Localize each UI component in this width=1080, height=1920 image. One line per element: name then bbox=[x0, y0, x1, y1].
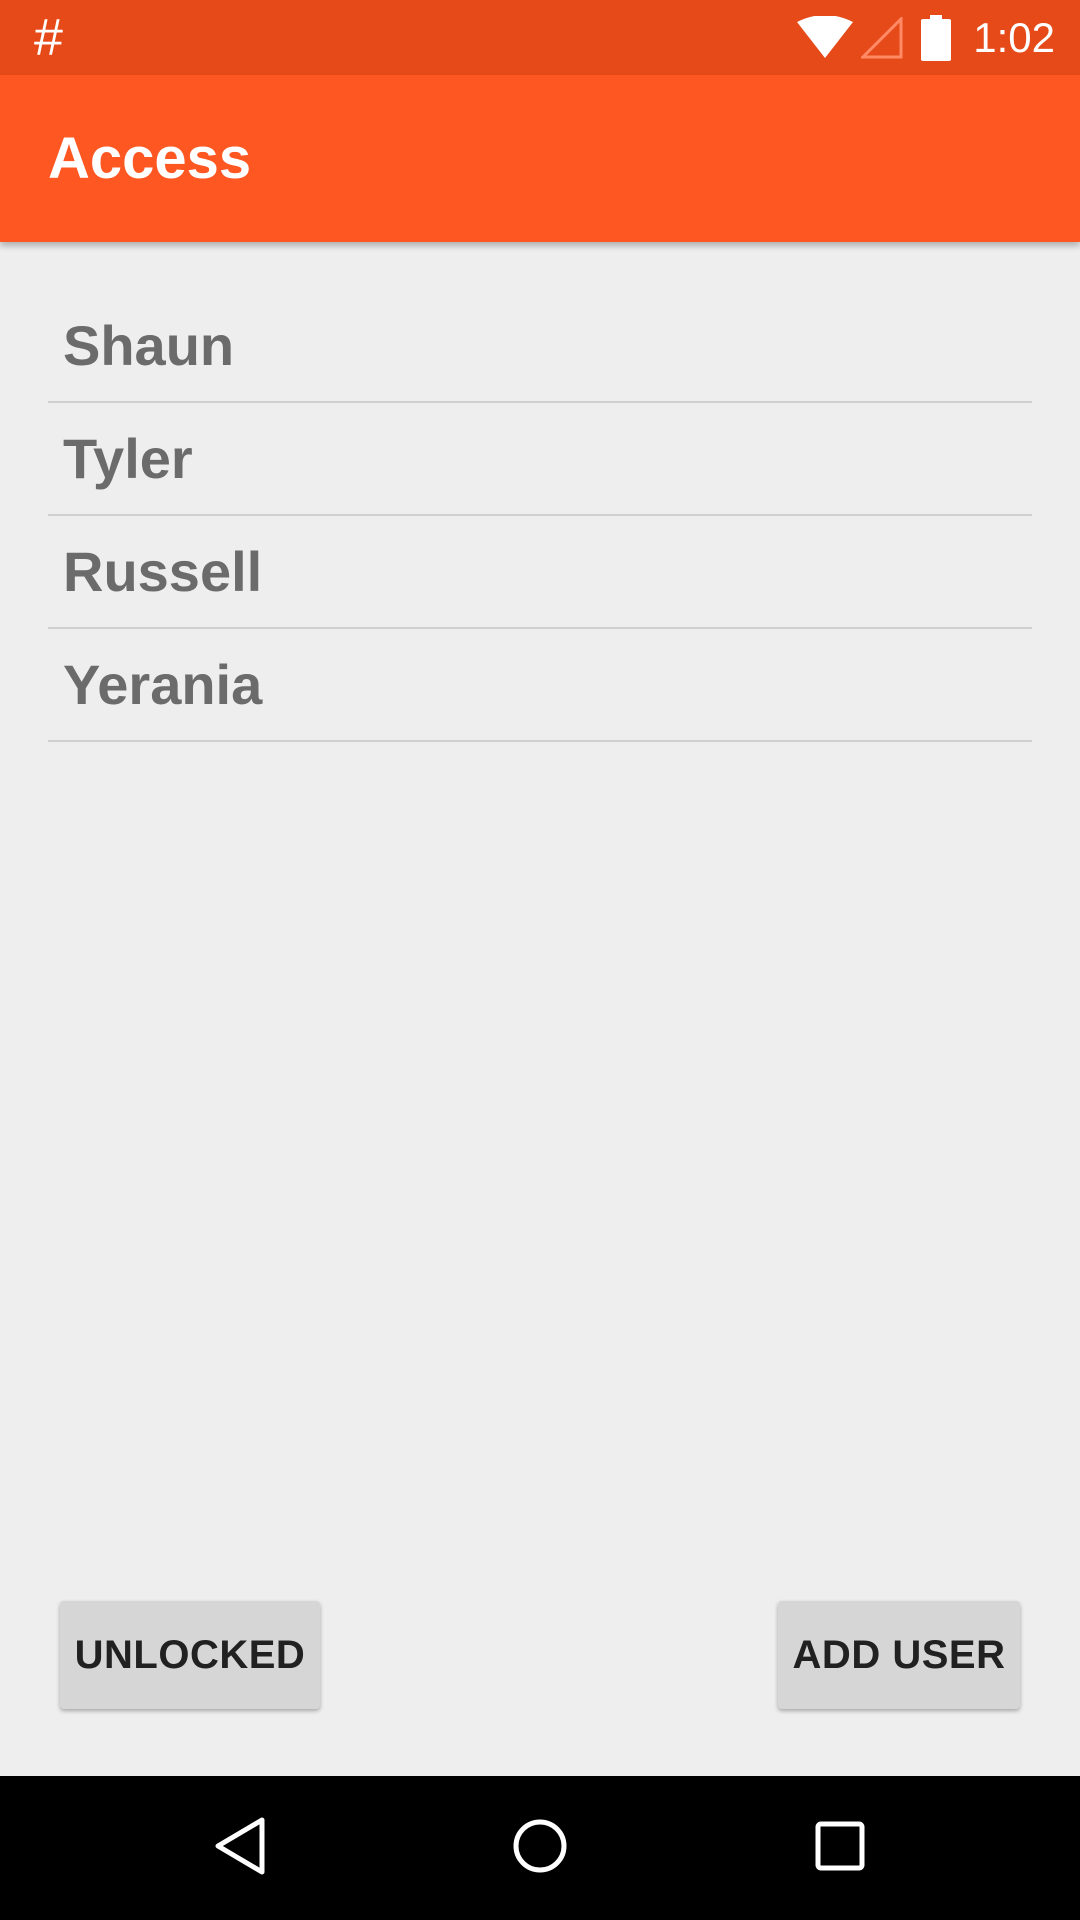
user-list-item[interactable]: Yerania bbox=[48, 629, 1032, 742]
back-button[interactable] bbox=[190, 1798, 290, 1898]
home-icon bbox=[512, 1818, 568, 1879]
cell-signal-icon bbox=[861, 16, 903, 59]
recents-icon bbox=[815, 1821, 865, 1876]
recents-button[interactable] bbox=[790, 1798, 890, 1898]
user-list-item[interactable]: Russell bbox=[48, 516, 1032, 629]
add-user-button[interactable]: ADD USER bbox=[778, 1601, 1020, 1709]
notification-hash-icon: # bbox=[34, 9, 63, 67]
home-button[interactable] bbox=[490, 1798, 590, 1898]
user-list: Shaun Tyler Russell Yerania bbox=[48, 290, 1032, 742]
app-title: Access bbox=[48, 126, 252, 191]
status-icons: 1:02 bbox=[797, 0, 1080, 75]
back-icon bbox=[212, 1816, 268, 1881]
app-bar: Access bbox=[0, 75, 1080, 242]
status-time: 1:02 bbox=[973, 14, 1055, 61]
user-list-item[interactable]: Shaun bbox=[48, 290, 1032, 403]
navigation-bar bbox=[0, 1776, 1080, 1920]
battery-icon bbox=[921, 14, 952, 61]
wifi-icon bbox=[797, 15, 854, 60]
user-list-item[interactable]: Tyler bbox=[48, 403, 1032, 516]
unlocked-button[interactable]: UNLOCKED bbox=[60, 1601, 320, 1709]
status-bar: # 1:02 bbox=[0, 0, 1080, 75]
